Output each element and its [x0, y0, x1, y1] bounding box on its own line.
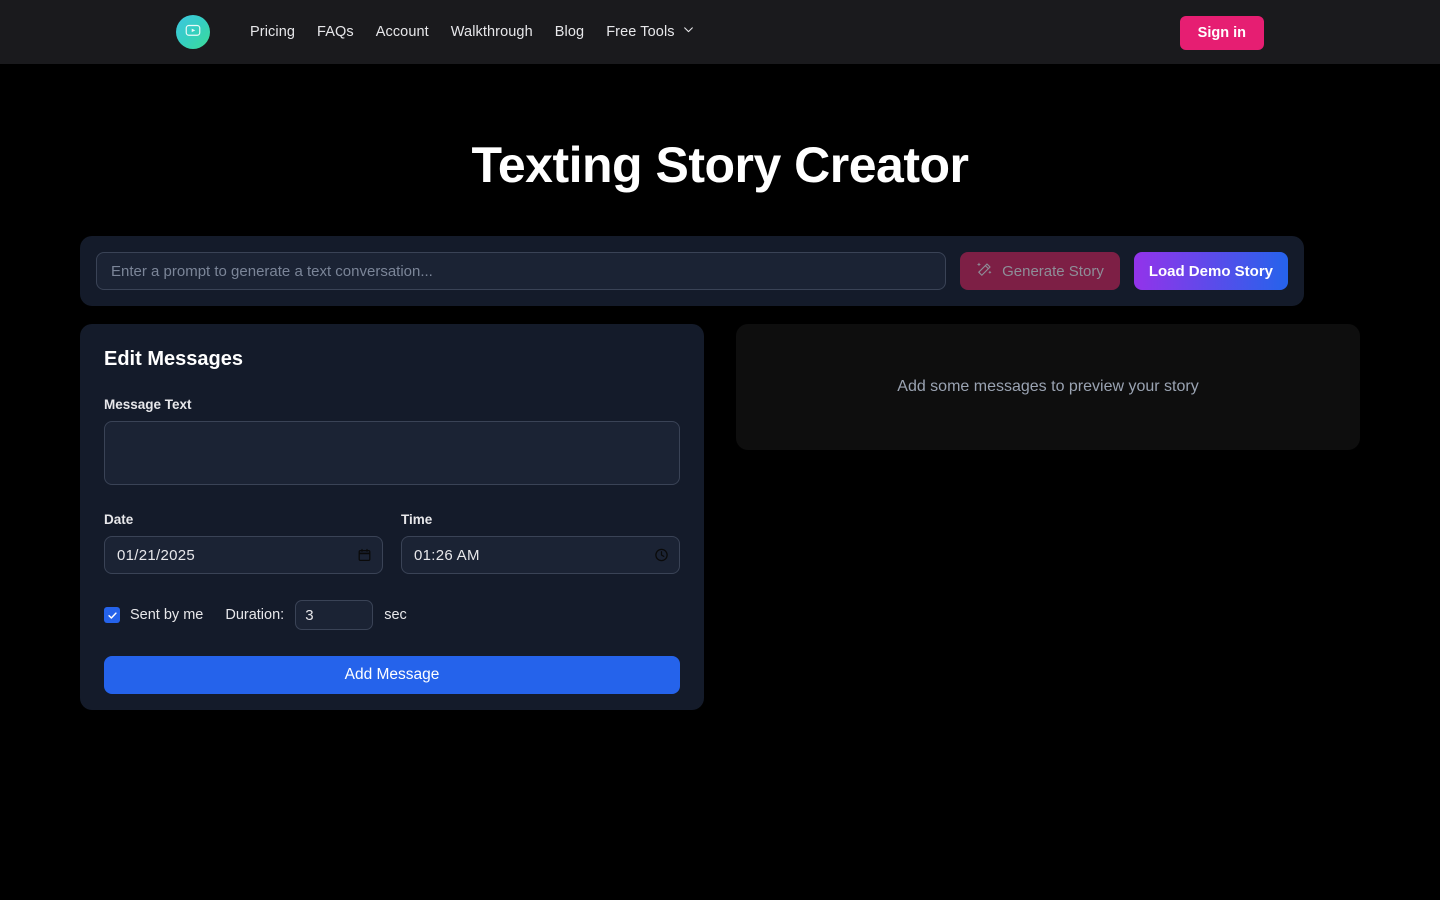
- date-field-group: Date 01/21/2025: [104, 512, 383, 574]
- edit-messages-panel: Edit Messages Message Text Date 01/21/20…: [80, 324, 704, 710]
- duration-label: Duration:: [225, 607, 285, 623]
- message-text-input[interactable]: [104, 421, 680, 485]
- sign-in-button[interactable]: Sign in: [1179, 16, 1264, 50]
- message-options-row: Sent by me Duration: sec: [104, 600, 680, 630]
- sent-by-me-checkbox[interactable]: [104, 607, 120, 623]
- date-time-row: Date 01/21/2025 Time 01:26 AM: [104, 512, 680, 574]
- date-value: 01/21/2025: [117, 546, 196, 564]
- time-label: Time: [401, 512, 433, 527]
- nav-dropdown-label: Free Tools: [606, 24, 675, 40]
- time-input[interactable]: 01:26 AM: [401, 536, 680, 574]
- generate-story-label: Generate Story: [1002, 262, 1104, 280]
- magic-wand-icon: [976, 261, 993, 282]
- nav-link-blog[interactable]: Blog: [555, 24, 584, 40]
- load-demo-story-button[interactable]: Load Demo Story: [1133, 252, 1288, 290]
- main-columns: Edit Messages Message Text Date 01/21/20…: [80, 324, 1360, 710]
- play-video-logo-icon: [184, 21, 202, 44]
- page-title: Texting Story Creator: [471, 137, 970, 193]
- nav-link-pricing[interactable]: Pricing: [250, 24, 295, 40]
- duration-unit-label: sec: [384, 607, 407, 623]
- sent-by-me-label[interactable]: Sent by me: [130, 607, 203, 623]
- clock-icon[interactable]: [654, 548, 669, 563]
- calendar-icon[interactable]: [357, 548, 372, 563]
- time-field-group: Time 01:26 AM: [401, 512, 680, 574]
- generate-story-button[interactable]: Generate Story: [960, 252, 1120, 290]
- top-navbar: Pricing FAQs Account Walkthrough Blog Fr…: [0, 0, 1440, 64]
- navbar-left-group: Pricing FAQs Account Walkthrough Blog Fr…: [176, 15, 695, 49]
- nav-link-account[interactable]: Account: [376, 24, 429, 40]
- story-preview-panel: Add some messages to preview your story: [736, 324, 1360, 450]
- time-value: 01:26 AM: [414, 546, 480, 564]
- prompt-input[interactable]: [96, 252, 947, 290]
- duration-input[interactable]: [295, 600, 374, 630]
- chevron-down-icon: [682, 23, 695, 41]
- date-label: Date: [104, 512, 134, 527]
- navbar-links: Pricing FAQs Account Walkthrough Blog Fr…: [250, 23, 695, 41]
- nav-dropdown-free-tools[interactable]: Free Tools: [606, 23, 694, 41]
- add-message-button[interactable]: Add Message: [104, 656, 680, 694]
- message-text-label: Message Text: [104, 397, 192, 412]
- site-logo[interactable]: [176, 15, 210, 49]
- prompt-bar: Generate Story Load Demo Story: [80, 236, 1304, 306]
- page-body: Texting Story Creator Generate Story Loa…: [0, 136, 1440, 710]
- edit-messages-heading: Edit Messages: [104, 348, 243, 370]
- preview-empty-message: Add some messages to preview your story: [897, 378, 1199, 395]
- date-input[interactable]: 01/21/2025: [104, 536, 383, 574]
- nav-link-walkthrough[interactable]: Walkthrough: [451, 24, 533, 40]
- nav-link-faqs[interactable]: FAQs: [317, 24, 354, 40]
